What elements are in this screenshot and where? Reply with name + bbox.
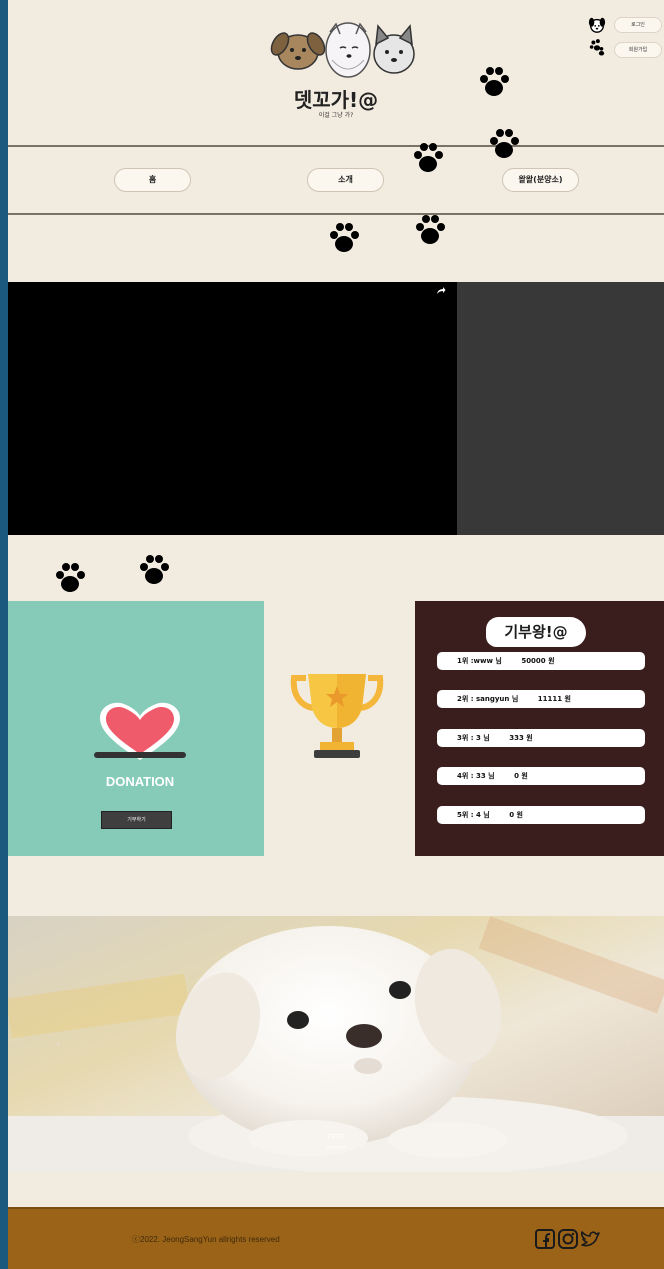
share-icon[interactable] — [436, 285, 446, 295]
site-title: 뎃꼬가!@ — [293, 88, 379, 112]
paw-icon — [56, 563, 85, 592]
ranking-row: 2위 : sangyun 님 11111 원 — [437, 690, 645, 708]
dog-face-icon — [588, 17, 606, 33]
paw-icon — [490, 129, 519, 158]
video-player[interactable] — [8, 282, 457, 535]
ranking-row: 5위 : 4 님 0 원 — [437, 806, 645, 824]
carousel-caption-title: TEST — [327, 1133, 345, 1141]
paw-icon — [589, 39, 605, 56]
ranking-row: 1위 :www 님 50000 원 — [437, 652, 645, 670]
nav-bottom-divider — [8, 213, 664, 215]
ranking-title: 기부왕!@ — [486, 617, 586, 647]
paw-icon — [416, 215, 445, 244]
paw-icon — [414, 143, 443, 172]
twitter-icon[interactable] — [580, 1228, 602, 1250]
paw-icon — [480, 67, 509, 96]
donate-button[interactable]: 기부하기 — [101, 811, 172, 829]
copyright-text: ⓒ2022. JeongSangYun allrights reserved — [132, 1235, 280, 1244]
site-subtitle: 이걸 그냥 가? — [318, 112, 354, 119]
left-edge-bar — [0, 0, 8, 1269]
facebook-icon[interactable] — [534, 1228, 556, 1250]
paw-icon — [330, 223, 359, 252]
paw-icon — [140, 555, 169, 584]
nav-top-divider — [8, 145, 664, 147]
ranking-row: 4위 : 33 님 0 원 — [437, 767, 645, 785]
video-side-panel — [457, 282, 664, 535]
carousel-prev-button[interactable]: ‹ — [56, 1037, 60, 1050]
nav-home-button[interactable]: 홈 — [114, 168, 191, 192]
donation-label: DONATION — [105, 774, 175, 789]
carousel-next-button[interactable]: › — [626, 1037, 630, 1050]
nav-adoption-button[interactable]: 왈왈(분양소) — [502, 168, 579, 192]
carousel-caption-text: content — [326, 1145, 346, 1151]
logo-dogs-image[interactable] — [270, 20, 420, 82]
trophy-icon — [290, 674, 384, 758]
instagram-icon[interactable] — [557, 1228, 579, 1250]
nav-about-button[interactable]: 소개 — [307, 168, 384, 192]
page: 뎃꼬가!@ 이걸 그냥 가? 로그인 회원가입 홈 소개 왈왈(분양소) DON… — [8, 0, 664, 1269]
ranking-row: 3위 : 3 님 333 원 — [437, 729, 645, 747]
login-button[interactable]: 로그인 — [614, 17, 662, 33]
signup-button[interactable]: 회원가입 — [614, 42, 662, 58]
heart-icon — [94, 702, 186, 760]
